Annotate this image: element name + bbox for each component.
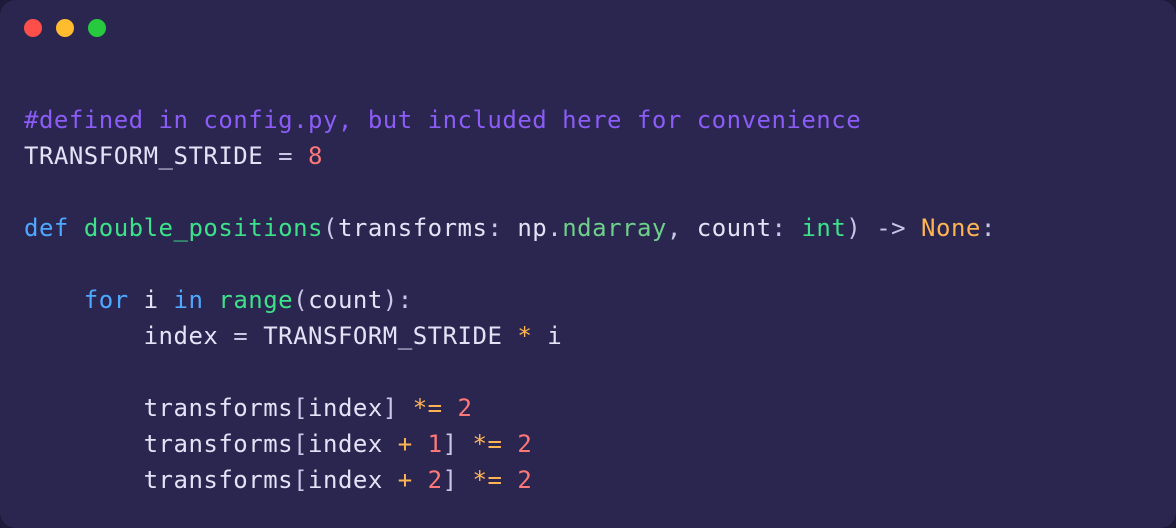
code-token: [ — [293, 430, 308, 458]
zoom-icon[interactable] — [88, 19, 106, 37]
code-token: + — [383, 466, 428, 494]
code-token: 2 — [458, 394, 473, 422]
code-token: i — [129, 286, 174, 314]
code-token: TRANSFORM_STRIDE — [263, 322, 502, 350]
window-titlebar — [0, 0, 1176, 56]
code-token: * — [502, 322, 547, 350]
code-token: ( — [293, 286, 308, 314]
code-token: i — [547, 322, 562, 350]
code-token: count — [697, 214, 772, 242]
code-token: = — [263, 142, 308, 170]
code-token: *= — [458, 466, 518, 494]
code-token: int — [801, 214, 846, 242]
code-token: index — [308, 394, 383, 422]
code-token: np — [517, 214, 547, 242]
code-token: ndarray — [562, 214, 667, 242]
code-token: index — [144, 322, 219, 350]
code-window: #defined in config.py, but included here… — [0, 0, 1176, 528]
code-token: -> — [861, 214, 921, 242]
code-token: , — [667, 214, 697, 242]
code-token: 2 — [517, 466, 532, 494]
code-token: ) — [846, 214, 861, 242]
code-token: : — [981, 214, 996, 242]
minimize-icon[interactable] — [56, 19, 74, 37]
code-token: None — [921, 214, 981, 242]
code-token: *= — [398, 394, 458, 422]
code-token: count — [308, 286, 383, 314]
code-token: transforms — [144, 430, 294, 458]
code-token: TRANSFORM_STRIDE — [24, 142, 263, 170]
code-token: ] — [443, 466, 458, 494]
code-token: range — [218, 286, 293, 314]
code-token: ] — [383, 394, 398, 422]
code-token: + — [383, 430, 428, 458]
code-token: : — [772, 214, 802, 242]
code-token: in — [174, 286, 204, 314]
code-token: ): — [383, 286, 413, 314]
code-block: #defined in config.py, but included here… — [24, 102, 1152, 498]
code-token: 8 — [308, 142, 323, 170]
code-token: ( — [323, 214, 338, 242]
code-token: index — [308, 466, 383, 494]
code-token: 2 — [428, 466, 443, 494]
code-token: ] — [443, 430, 458, 458]
code-comment: #defined in config.py, but included here… — [24, 106, 861, 134]
code-token: double_positions — [84, 214, 323, 242]
close-icon[interactable] — [24, 19, 42, 37]
code-token: transforms — [144, 394, 294, 422]
code-token: . — [547, 214, 562, 242]
code-token: [ — [293, 394, 308, 422]
code-token: transforms — [144, 466, 294, 494]
code-token: transforms — [338, 214, 488, 242]
code-token: *= — [458, 430, 518, 458]
code-token: : — [487, 214, 517, 242]
code-token: 1 — [428, 430, 443, 458]
code-token: def — [24, 214, 69, 242]
code-token: index — [308, 430, 383, 458]
code-token: = — [218, 322, 263, 350]
code-token: for — [84, 286, 129, 314]
code-token: [ — [293, 466, 308, 494]
code-token: 2 — [517, 430, 532, 458]
